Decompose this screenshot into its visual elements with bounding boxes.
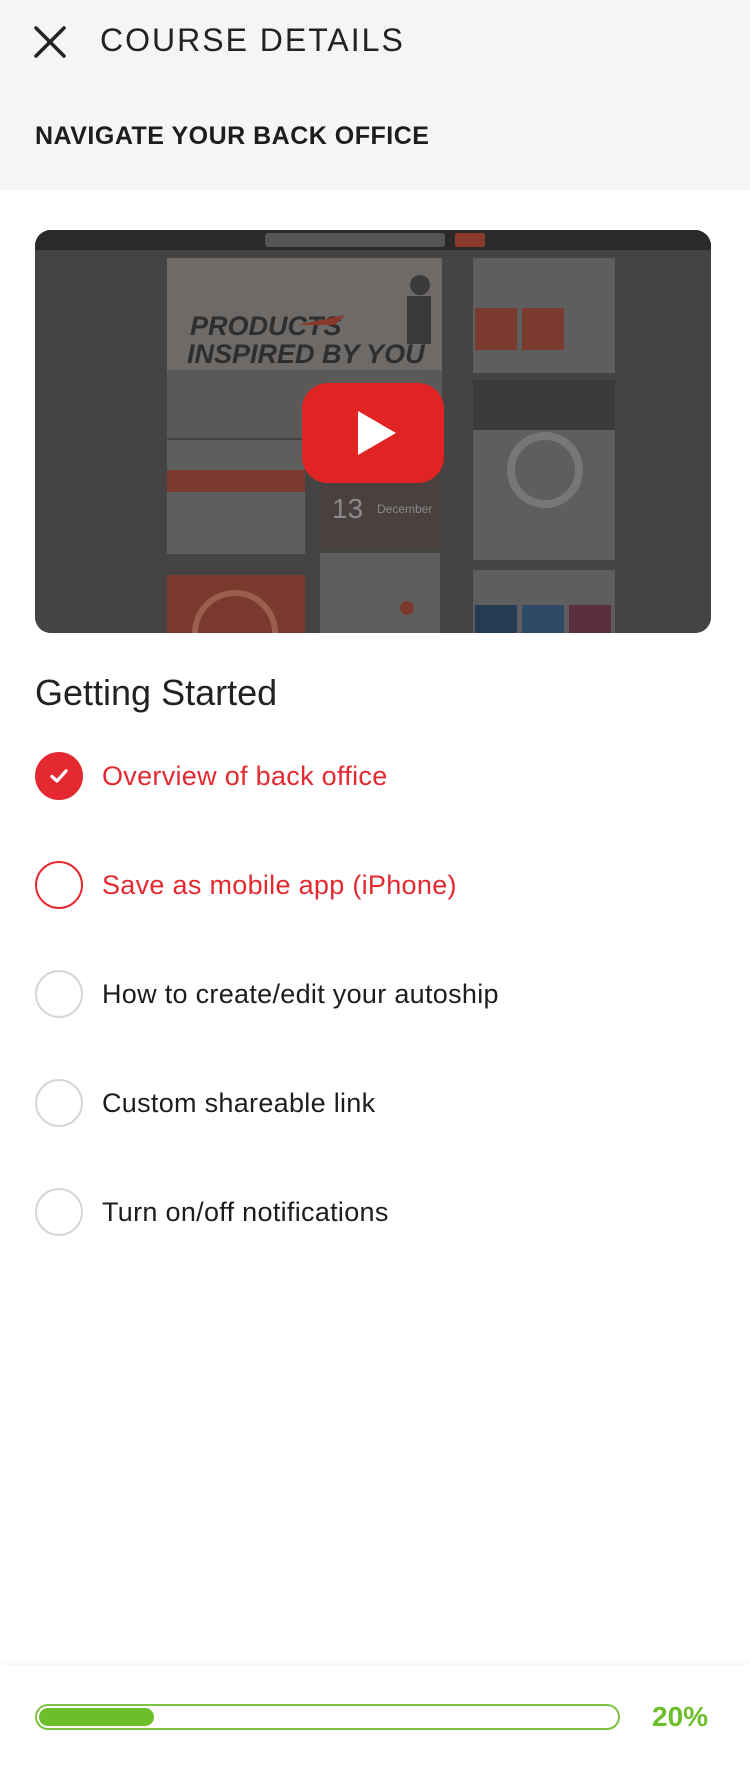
lesson-label: Turn on/off notifications xyxy=(102,1197,389,1227)
video-player[interactable]: PRODUCTS INSPIRED BY YOU 13 December xyxy=(35,230,711,633)
header: COURSE DETAILS NAVIGATE YOUR BACK OFFICE xyxy=(0,0,750,190)
page-title: COURSE DETAILS xyxy=(100,22,405,58)
section-title: Getting Started xyxy=(35,672,278,713)
thumbnail-headline-2: INSPIRED BY YOU xyxy=(187,339,426,369)
progress-footer: 20% xyxy=(0,1665,750,1778)
lesson-status-pending xyxy=(35,1079,83,1127)
lesson-item-save-mobile-app[interactable]: Save as mobile app (iPhone) xyxy=(35,861,715,970)
lesson-label: Save as mobile app (iPhone) xyxy=(102,870,457,900)
close-button[interactable] xyxy=(30,22,70,62)
lesson-status-current xyxy=(35,861,83,909)
lesson-label: How to create/edit your autoship xyxy=(102,979,499,1009)
play-button[interactable] xyxy=(302,383,444,483)
thumbnail-date-number: 13 xyxy=(332,493,363,524)
lesson-item-shareable-link[interactable]: Custom shareable link xyxy=(35,1079,715,1188)
lesson-item-notifications[interactable]: Turn on/off notifications xyxy=(35,1188,715,1297)
lesson-label: Overview of back office xyxy=(102,761,388,791)
progress-bar xyxy=(35,1704,620,1730)
lesson-status-complete xyxy=(35,752,83,800)
lesson-status-pending xyxy=(35,1188,83,1236)
course-title: NAVIGATE YOUR BACK OFFICE xyxy=(35,122,430,150)
progress-fill xyxy=(39,1708,154,1726)
checkmark-icon xyxy=(50,769,68,783)
progress-percent: 20% xyxy=(652,1701,709,1732)
lesson-label: Custom shareable link xyxy=(102,1088,376,1118)
thumbnail-headline-1: PRODUCTS xyxy=(190,311,342,341)
lesson-list: Overview of back office Save as mobile a… xyxy=(35,752,715,1297)
lesson-item-autoship[interactable]: How to create/edit your autoship xyxy=(35,970,715,1079)
lesson-item-overview[interactable]: Overview of back office xyxy=(35,752,715,861)
lesson-status-pending xyxy=(35,970,83,1018)
play-icon xyxy=(302,383,444,483)
thumbnail-date-label: December xyxy=(377,502,432,516)
close-icon xyxy=(34,26,66,58)
